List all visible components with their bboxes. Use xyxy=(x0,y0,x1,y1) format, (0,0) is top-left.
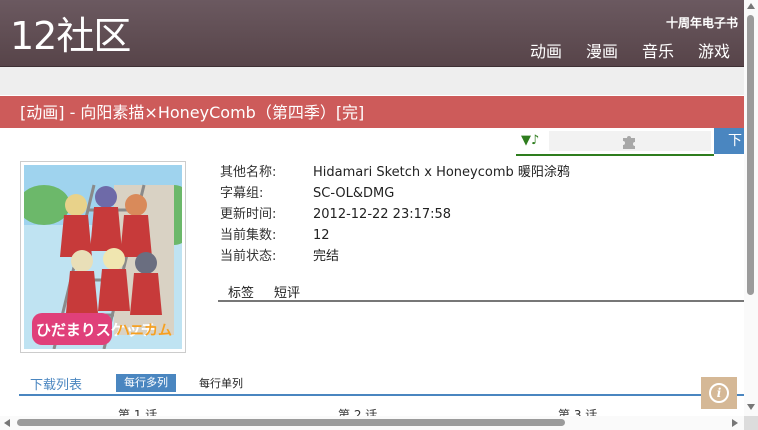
nav-item-anime[interactable]: 动画 xyxy=(530,38,562,62)
top-band xyxy=(0,67,744,95)
cover-logo-2: ハニカム xyxy=(116,323,172,339)
info-button[interactable]: i xyxy=(701,377,737,409)
detail-row: 其他名称: Hidamari Sketch x Honeycomb 暖阳涂鸦 xyxy=(220,162,570,183)
nav-item-games[interactable]: 游戏 xyxy=(698,38,730,62)
cover-art: ひだまりスケッチ ハニカム xyxy=(18,165,196,350)
detail-value: SC-OL&DMG xyxy=(313,186,395,201)
tab-multi-column[interactable]: 每行多列 xyxy=(116,374,176,392)
tab-single-column[interactable]: 每行单列 xyxy=(199,375,243,391)
detail-row: 当前状态: 完结 xyxy=(220,246,570,267)
info-icon: i xyxy=(709,383,729,403)
detail-row: 字幕组: SC-OL&DMG xyxy=(220,183,570,204)
detail-label: 其他名称: xyxy=(220,165,277,180)
detail-label: 当前集数: xyxy=(220,228,277,243)
detail-row: 当前集数: 12 xyxy=(220,225,570,246)
vertical-scrollbar[interactable] xyxy=(744,0,758,416)
detail-row: 更新时间: 2012-12-22 23:17:58 xyxy=(220,204,570,225)
download-tabs: 下载列表 每行多列 每行单列 xyxy=(19,372,744,396)
site-logo[interactable]: 12社区 xyxy=(10,14,131,58)
nav-item-manga[interactable]: 漫画 xyxy=(586,38,618,62)
detail-value: 12 xyxy=(313,228,330,243)
download-button[interactable]: 下载 xyxy=(714,128,744,154)
detail-label: 更新时间: xyxy=(220,207,277,222)
detail-value: 2012-12-22 23:17:58 xyxy=(313,207,452,222)
tab-comments[interactable]: 短评 xyxy=(274,282,300,301)
detail-value: Hidamari Sketch x Honeycomb 暖阳涂鸦 xyxy=(313,165,570,180)
scroll-up-icon[interactable] xyxy=(747,3,755,9)
ebook-link[interactable]: 十周年电子书 xyxy=(666,14,738,31)
puzzle-icon xyxy=(623,136,635,149)
detail-label: 字幕组: xyxy=(220,186,264,201)
scrollbar-corner xyxy=(744,416,758,430)
main-nav: 动画 漫画 音乐 游戏 xyxy=(530,38,730,62)
music-player: ▼♪ xyxy=(516,128,714,156)
detail-label: 当前状态: xyxy=(220,249,277,264)
music-note-icon[interactable]: ▼♪ xyxy=(521,133,539,148)
scroll-down-icon[interactable] xyxy=(747,404,755,410)
tab-download-list[interactable]: 下载列表 xyxy=(30,374,82,393)
horizontal-scroll-thumb[interactable] xyxy=(17,419,565,426)
vertical-scroll-thumb[interactable] xyxy=(747,15,754,295)
detail-value: 完结 xyxy=(313,249,340,264)
nav-item-music[interactable]: 音乐 xyxy=(642,38,674,62)
plugin-placeholder[interactable] xyxy=(549,131,711,151)
scroll-left-icon[interactable] xyxy=(4,419,10,427)
cover-image: ひだまりスケッチ ハニカム xyxy=(18,161,196,353)
horizontal-scrollbar[interactable] xyxy=(0,416,744,430)
tab-tags[interactable]: 标签 xyxy=(228,282,254,301)
scroll-right-icon[interactable] xyxy=(732,419,738,427)
anime-details: 其他名称: Hidamari Sketch x Honeycomb 暖阳涂鸦 字… xyxy=(220,162,570,267)
site-header: 12社区 十周年电子书 动画 漫画 音乐 游戏 xyxy=(0,0,744,67)
detail-tabs: 标签 短评 xyxy=(218,282,744,302)
page-title: [动画] - 向阳素描×HoneyComb（第四季）[完] xyxy=(0,96,744,128)
